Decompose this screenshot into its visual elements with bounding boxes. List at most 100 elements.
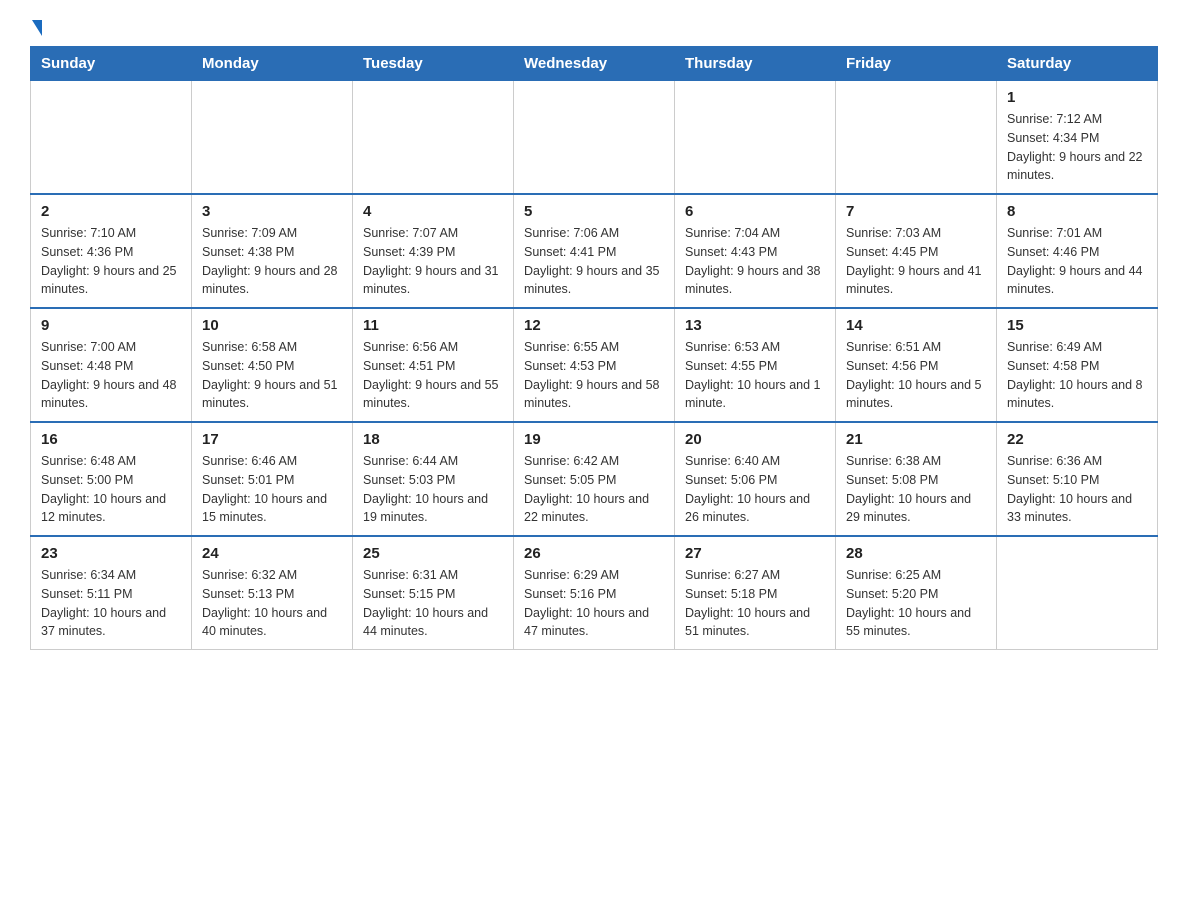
day-number: 3 [202,203,342,220]
day-number: 24 [202,545,342,562]
week-row-4: 16 Sunrise: 6:48 AMSunset: 5:00 PMDayligh… [31,422,1158,536]
day-info: Sunrise: 6:36 AMSunset: 5:10 PMDaylight:… [1007,452,1147,527]
day-info: Sunrise: 6:49 AMSunset: 4:58 PMDaylight:… [1007,338,1147,413]
day-number: 8 [1007,203,1147,220]
calendar-cell [353,81,514,195]
day-number: 20 [685,431,825,448]
calendar-cell: 1 Sunrise: 7:12 AMSunset: 4:34 PMDaylight… [997,81,1158,195]
calendar-cell [836,81,997,195]
column-header-friday: Friday [836,47,997,81]
day-info: Sunrise: 7:09 AMSunset: 4:38 PMDaylight:… [202,224,342,299]
column-header-saturday: Saturday [997,47,1158,81]
logo-triangle-icon [32,20,42,36]
day-number: 2 [41,203,181,220]
day-info: Sunrise: 6:38 AMSunset: 5:08 PMDaylight:… [846,452,986,527]
day-number: 27 [685,545,825,562]
day-info: Sunrise: 6:53 AMSunset: 4:55 PMDaylight:… [685,338,825,413]
day-number: 28 [846,545,986,562]
page-header [30,20,1158,36]
day-number: 9 [41,317,181,334]
day-number: 1 [1007,89,1147,106]
day-number: 5 [524,203,664,220]
calendar-cell: 25 Sunrise: 6:31 AMSunset: 5:15 PMDayligh… [353,536,514,650]
day-number: 6 [685,203,825,220]
calendar-cell: 14 Sunrise: 6:51 AMSunset: 4:56 PMDayligh… [836,308,997,422]
calendar-cell: 6 Sunrise: 7:04 AMSunset: 4:43 PMDaylight… [675,194,836,308]
day-number: 17 [202,431,342,448]
calendar-cell: 5 Sunrise: 7:06 AMSunset: 4:41 PMDaylight… [514,194,675,308]
day-number: 10 [202,317,342,334]
day-info: Sunrise: 6:56 AMSunset: 4:51 PMDaylight:… [363,338,503,413]
day-info: Sunrise: 6:46 AMSunset: 5:01 PMDaylight:… [202,452,342,527]
calendar-cell [514,81,675,195]
day-info: Sunrise: 7:10 AMSunset: 4:36 PMDaylight:… [41,224,181,299]
day-info: Sunrise: 6:48 AMSunset: 5:00 PMDaylight:… [41,452,181,527]
day-info: Sunrise: 6:55 AMSunset: 4:53 PMDaylight:… [524,338,664,413]
day-number: 14 [846,317,986,334]
day-info: Sunrise: 6:42 AMSunset: 5:05 PMDaylight:… [524,452,664,527]
calendar-cell: 10 Sunrise: 6:58 AMSunset: 4:50 PMDayligh… [192,308,353,422]
calendar-cell: 22Sunrise: 6:36 AMSunset: 5:10 PMDayligh… [997,422,1158,536]
day-info: Sunrise: 7:01 AMSunset: 4:46 PMDaylight:… [1007,224,1147,299]
day-number: 16 [41,431,181,448]
calendar-cell: 3 Sunrise: 7:09 AMSunset: 4:38 PMDaylight… [192,194,353,308]
day-info: Sunrise: 7:04 AMSunset: 4:43 PMDaylight:… [685,224,825,299]
calendar-cell [675,81,836,195]
calendar-cell: 2 Sunrise: 7:10 AMSunset: 4:36 PMDaylight… [31,194,192,308]
day-number: 13 [685,317,825,334]
day-number: 15 [1007,317,1147,334]
day-info: Sunrise: 6:40 AMSunset: 5:06 PMDaylight:… [685,452,825,527]
calendar-cell [31,81,192,195]
day-info: Sunrise: 6:29 AMSunset: 5:16 PMDaylight:… [524,566,664,641]
calendar-cell: 20 Sunrise: 6:40 AMSunset: 5:06 PMDayligh… [675,422,836,536]
week-row-5: 23 Sunrise: 6:34 AMSunset: 5:11 PMDayligh… [31,536,1158,650]
column-header-wednesday: Wednesday [514,47,675,81]
calendar-cell [192,81,353,195]
week-row-3: 9 Sunrise: 7:00 AMSunset: 4:48 PMDaylight… [31,308,1158,422]
day-number: 26 [524,545,664,562]
day-number: 21 [846,431,986,448]
day-number: 23 [41,545,181,562]
column-header-monday: Monday [192,47,353,81]
column-header-sunday: Sunday [31,47,192,81]
calendar-cell: 26 Sunrise: 6:29 AMSunset: 5:16 PMDayligh… [514,536,675,650]
day-info: Sunrise: 6:51 AMSunset: 4:56 PMDaylight:… [846,338,986,413]
day-number: 18 [363,431,503,448]
calendar-cell: 13 Sunrise: 6:53 AMSunset: 4:55 PMDayligh… [675,308,836,422]
day-number: 11 [363,317,503,334]
day-info: Sunrise: 6:31 AMSunset: 5:15 PMDaylight:… [363,566,503,641]
calendar-cell: 18 Sunrise: 6:44 AMSunset: 5:03 PMDayligh… [353,422,514,536]
day-number: 12 [524,317,664,334]
day-info: Sunrise: 6:58 AMSunset: 4:50 PMDaylight:… [202,338,342,413]
day-info: Sunrise: 7:00 AMSunset: 4:48 PMDaylight:… [41,338,181,413]
column-header-tuesday: Tuesday [353,47,514,81]
week-row-1: 1 Sunrise: 7:12 AMSunset: 4:34 PMDaylight… [31,81,1158,195]
calendar-cell: 8 Sunrise: 7:01 AMSunset: 4:46 PMDaylight… [997,194,1158,308]
calendar-cell: 9 Sunrise: 7:00 AMSunset: 4:48 PMDaylight… [31,308,192,422]
calendar-cell: 23 Sunrise: 6:34 AMSunset: 5:11 PMDayligh… [31,536,192,650]
calendar-cell: 28 Sunrise: 6:25 AMSunset: 5:20 PMDayligh… [836,536,997,650]
day-number: 7 [846,203,986,220]
column-header-thursday: Thursday [675,47,836,81]
day-info: Sunrise: 6:27 AMSunset: 5:18 PMDaylight:… [685,566,825,641]
calendar-header-row: SundayMondayTuesdayWednesdayThursdayFrid… [31,47,1158,81]
day-info: Sunrise: 6:32 AMSunset: 5:13 PMDaylight:… [202,566,342,641]
day-info: Sunrise: 7:07 AMSunset: 4:39 PMDaylight:… [363,224,503,299]
day-number: 19 [524,431,664,448]
calendar-cell: 17 Sunrise: 6:46 AMSunset: 5:01 PMDayligh… [192,422,353,536]
calendar-cell: 15 Sunrise: 6:49 AMSunset: 4:58 PMDayligh… [997,308,1158,422]
day-info: Sunrise: 7:12 AMSunset: 4:34 PMDaylight:… [1007,110,1147,185]
calendar-cell: 21 Sunrise: 6:38 AMSunset: 5:08 PMDayligh… [836,422,997,536]
day-number: 25 [363,545,503,562]
calendar-cell: 11 Sunrise: 6:56 AMSunset: 4:51 PMDayligh… [353,308,514,422]
calendar-cell [997,536,1158,650]
calendar-cell: 4 Sunrise: 7:07 AMSunset: 4:39 PMDaylight… [353,194,514,308]
calendar-cell: 16 Sunrise: 6:48 AMSunset: 5:00 PMDayligh… [31,422,192,536]
day-info: Sunrise: 7:06 AMSunset: 4:41 PMDaylight:… [524,224,664,299]
calendar-table: SundayMondayTuesdayWednesdayThursdayFrid… [30,46,1158,650]
day-info: Sunrise: 6:44 AMSunset: 5:03 PMDaylight:… [363,452,503,527]
calendar-cell: 7Sunrise: 7:03 AMSunset: 4:45 PMDaylight… [836,194,997,308]
day-info: Sunrise: 6:25 AMSunset: 5:20 PMDaylight:… [846,566,986,641]
day-info: Sunrise: 6:34 AMSunset: 5:11 PMDaylight:… [41,566,181,641]
day-number: 4 [363,203,503,220]
